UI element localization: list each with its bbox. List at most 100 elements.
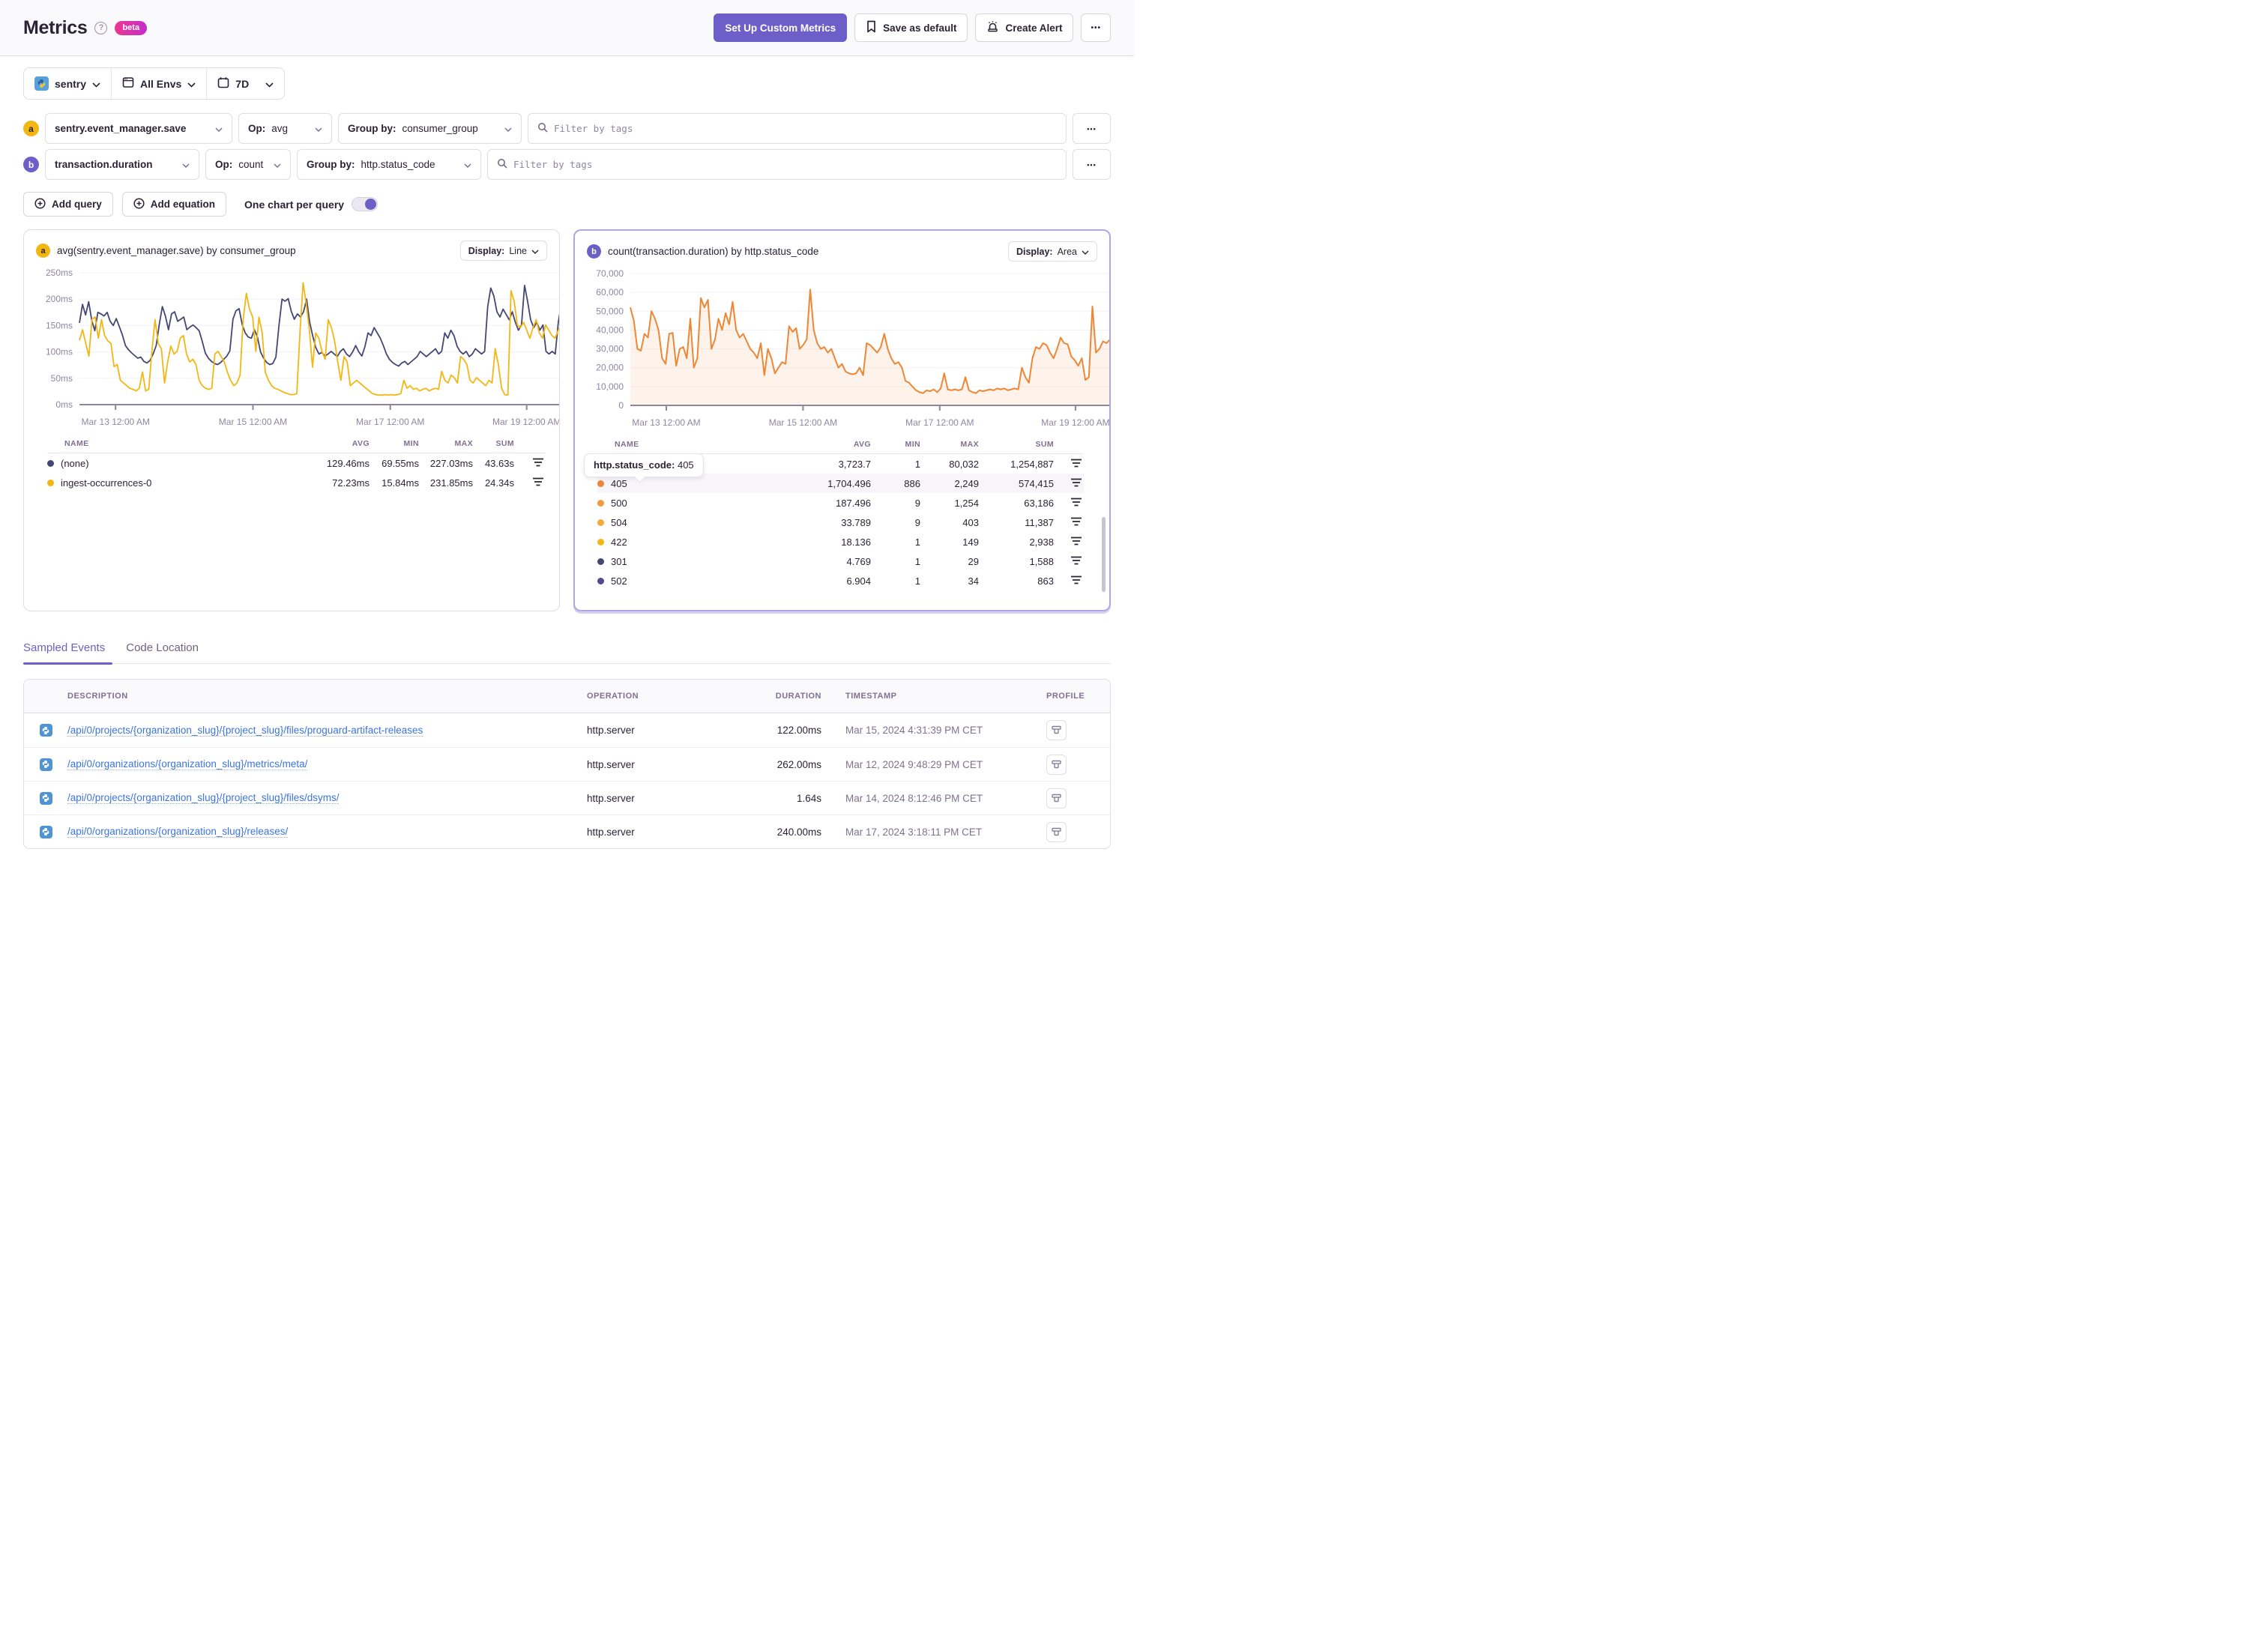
op-select-b[interactable]: Op: count — [205, 149, 291, 180]
series-row[interactable]: 500 187.496 9 1,254 63,186 — [597, 493, 1084, 513]
series-color-dot — [597, 557, 604, 565]
filter-lines-icon[interactable] — [532, 458, 546, 469]
filter-lines-icon[interactable] — [1070, 556, 1084, 567]
chevron-down-icon — [315, 123, 322, 134]
series-row[interactable]: (none) 129.46ms 69.55ms 227.03ms 43.63s — [47, 453, 546, 473]
one-chart-per-query-toggle[interactable] — [352, 197, 378, 211]
date-range-selector[interactable]: 7D — [206, 68, 284, 99]
project-name: sentry — [55, 77, 87, 90]
transaction-link[interactable]: /api/0/projects/{organization_slug}/{pro… — [67, 792, 340, 804]
op-select-a[interactable]: Op: avg — [238, 113, 332, 144]
display-select-a[interactable]: Display: Line — [459, 241, 547, 261]
chevron-down-icon — [92, 78, 100, 90]
chart-badge-a: a — [36, 244, 50, 258]
svg-text:Mar 15 12:00 AM: Mar 15 12:00 AM — [219, 417, 287, 427]
chevron-down-icon — [464, 159, 471, 170]
groupby-select-a[interactable]: Group by: consumer_group — [338, 113, 522, 144]
svg-text:20,000: 20,000 — [596, 363, 624, 373]
help-icon[interactable]: ? — [94, 21, 108, 34]
project-selector[interactable]: sentry — [24, 68, 111, 99]
tag-filter-input-b[interactable] — [487, 149, 1067, 180]
event-row: /api/0/organizations/{organization_slug}… — [24, 815, 1110, 848]
svg-text:Mar 13 12:00 AM: Mar 13 12:00 AM — [82, 417, 150, 427]
transaction-link[interactable]: /api/0/projects/{organization_slug}/{pro… — [67, 725, 423, 737]
transaction-link[interactable]: /api/0/organizations/{organization_slug}… — [67, 758, 308, 770]
siren-icon — [986, 20, 999, 35]
profile-button[interactable] — [1046, 788, 1067, 809]
svg-text:100ms: 100ms — [46, 347, 73, 357]
metric-select-a[interactable]: sentry.event_manager.save — [45, 113, 232, 144]
series-color-dot — [597, 538, 604, 545]
svg-text:60,000: 60,000 — [596, 287, 624, 297]
svg-text:70,000: 70,000 — [596, 268, 624, 279]
filter-lines-icon[interactable] — [1070, 459, 1084, 470]
event-row: /api/0/projects/{organization_slug}/{pro… — [24, 713, 1110, 747]
svg-text:0: 0 — [618, 400, 624, 411]
query-more-button-a[interactable]: ••• — [1073, 113, 1111, 144]
metric-select-b[interactable]: transaction.duration — [45, 149, 199, 180]
event-row: /api/0/organizations/{organization_slug}… — [24, 747, 1110, 781]
beta-badge: beta — [115, 20, 148, 35]
setup-custom-metrics-button[interactable]: Set Up Custom Metrics — [714, 13, 848, 42]
tab-code-location[interactable]: Code Location — [126, 641, 199, 663]
query-badge-b: b — [23, 157, 39, 172]
series-row[interactable]: 504 33.789 9 403 11,387 — [597, 513, 1084, 532]
create-alert-button[interactable]: Create Alert — [975, 13, 1074, 42]
profile-button[interactable] — [1046, 720, 1067, 740]
python-platform-icon — [34, 76, 49, 91]
bookmark-icon — [866, 20, 877, 35]
filter-lines-icon[interactable] — [1070, 498, 1084, 509]
timestamp-value: Mar 14, 2024 8:12:46 PM CET — [845, 792, 983, 804]
add-equation-button[interactable]: Add equation — [121, 192, 227, 217]
query-more-button-b[interactable]: ••• — [1073, 149, 1111, 180]
profile-button[interactable] — [1046, 821, 1067, 842]
save-as-default-button[interactable]: Save as default — [854, 13, 968, 42]
svg-text:0ms: 0ms — [55, 399, 73, 410]
chart-panel-a[interactable]: a avg(sentry.event_manager.save) by cons… — [23, 229, 560, 611]
python-platform-icon — [39, 825, 52, 838]
svg-text:10,000: 10,000 — [596, 381, 624, 392]
groupby-select-b[interactable]: Group by: http.status_code — [297, 149, 481, 180]
filter-lines-icon[interactable] — [1070, 537, 1084, 548]
series-row[interactable]: ingest-occurrences-0 72.23ms 15.84ms 231… — [47, 473, 546, 492]
filter-lines-icon[interactable] — [1070, 478, 1084, 489]
svg-text:40,000: 40,000 — [596, 324, 624, 335]
add-query-button[interactable]: Add query — [23, 192, 113, 217]
chart-panel-b[interactable]: b count(transaction.duration) by http.st… — [573, 229, 1111, 611]
environment-selector[interactable]: All Envs — [111, 68, 206, 99]
chevron-down-icon — [504, 123, 512, 134]
series-row[interactable]: 301 4.769 1 29 1,588 — [597, 551, 1084, 571]
profile-button[interactable] — [1046, 754, 1067, 775]
filter-lines-icon[interactable] — [532, 477, 546, 489]
line-chart-a[interactable]: 0ms 50ms 100ms 150ms 200ms 250ms Mar 13 12:00 … — [36, 264, 560, 433]
header-more-button[interactable]: ••• — [1081, 13, 1111, 42]
query-row-a: a sentry.event_manager.save Op: avg Group… — [23, 113, 1111, 144]
chevron-down-icon — [531, 246, 539, 256]
svg-text:Mar 17 12:00 AM: Mar 17 12:00 AM — [905, 417, 974, 428]
series-row[interactable]: 422 18.136 1 149 2,938 — [597, 532, 1084, 551]
series-color-dot — [597, 499, 604, 507]
python-platform-icon — [39, 791, 52, 805]
filter-lines-icon[interactable] — [1070, 517, 1084, 528]
svg-text:Mar 19 12:00 AM: Mar 19 12:00 AM — [1041, 417, 1109, 428]
page-title: Metrics — [23, 16, 88, 38]
area-chart-b[interactable]: 0 10,000 20,000 30,000 40,000 50,000 60,000 70,… — [587, 265, 1111, 434]
series-color-dot — [597, 519, 604, 526]
duration-value: 240.00ms — [776, 826, 821, 838]
table-scrollbar[interactable] — [1102, 517, 1106, 592]
display-select-b[interactable]: Display: Area — [1007, 241, 1097, 262]
detail-tabs: Sampled Events Code Location — [23, 641, 1111, 665]
tag-filter-input-a[interactable] — [528, 113, 1067, 144]
svg-text:Mar 17 12:00 AM: Mar 17 12:00 AM — [356, 417, 424, 427]
svg-text:Mar 15 12:00 AM: Mar 15 12:00 AM — [769, 417, 837, 428]
query-badge-a: a — [23, 121, 39, 136]
chevron-down-icon — [1082, 247, 1089, 257]
filter-lines-icon[interactable] — [1070, 575, 1084, 587]
circle-plus-icon — [133, 197, 145, 211]
tab-sampled-events[interactable]: Sampled Events — [23, 641, 113, 665]
transaction-link[interactable]: /api/0/organizations/{organization_slug}… — [67, 826, 289, 838]
search-icon — [497, 158, 507, 171]
series-row[interactable]: 502 6.904 1 34 863 — [597, 571, 1084, 590]
operation-value: http.server — [587, 758, 635, 770]
chart-title-b: count(transaction.duration) by http.stat… — [607, 246, 819, 257]
